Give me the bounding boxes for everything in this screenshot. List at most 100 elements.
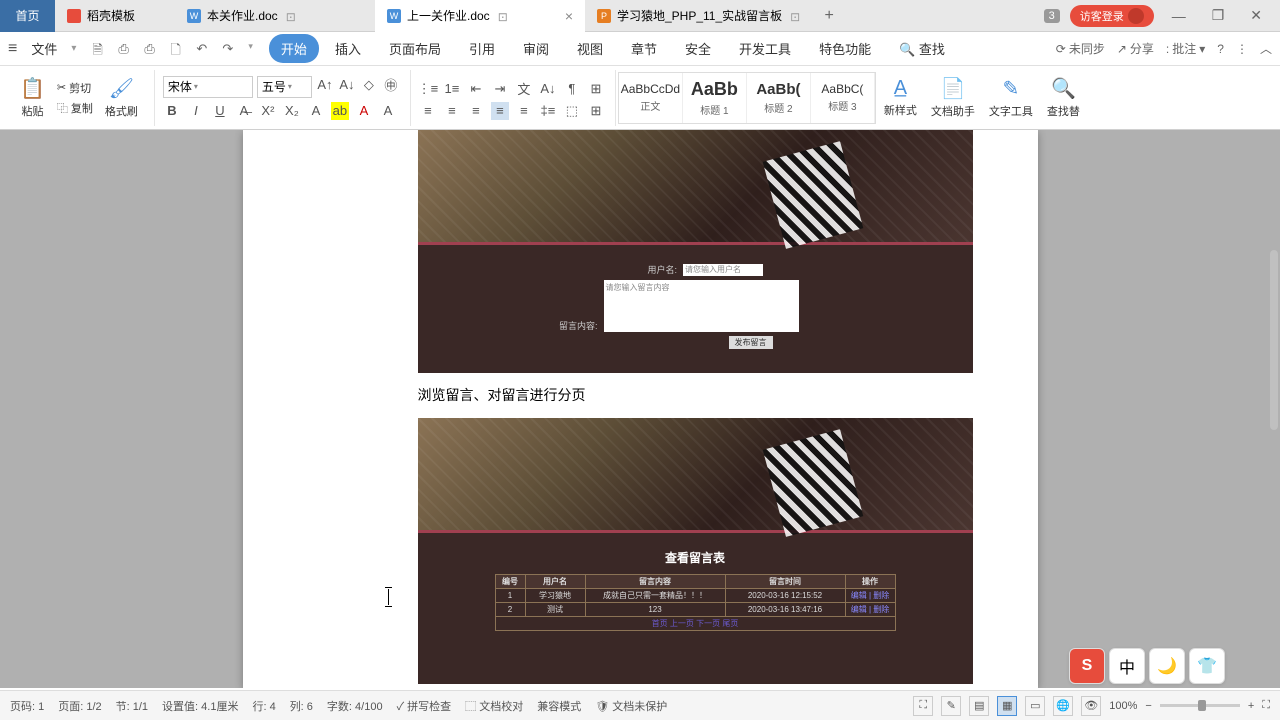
status-pages[interactable]: 页面: 1/2 (58, 698, 101, 714)
inc-indent-button[interactable]: ⇥ (491, 80, 509, 98)
text-tools-button[interactable]: ✎ 文字工具 (983, 70, 1039, 126)
text-direction-button[interactable]: 文 (515, 80, 533, 98)
view-page-button[interactable]: ▤ (969, 696, 989, 716)
status-page-num[interactable]: 页码: 1 (10, 698, 44, 714)
align-distribute-button[interactable]: ≡ (515, 102, 533, 120)
align-left-button[interactable]: ≡ (419, 102, 437, 120)
zoom-slider[interactable] (1160, 704, 1240, 707)
tab-ppt[interactable]: P 学习猿地_PHP_11_实战留言板 ⊡ (585, 0, 814, 32)
qat-dropdown-icon[interactable]: ▾ (248, 41, 253, 57)
pin-icon[interactable]: ⊡ (790, 10, 802, 22)
dropdown-icon[interactable]: ▾ (71, 43, 76, 54)
vertical-scrollbar[interactable] (1268, 160, 1278, 658)
view-eye-button[interactable]: 👁 (1081, 696, 1101, 716)
menu-tab-start[interactable]: 开始 (269, 34, 319, 63)
cut-button[interactable]: ✂ 剪切 (57, 80, 93, 96)
status-col[interactable]: 列: 6 (290, 698, 313, 714)
menu-tab-devtools[interactable]: 开发工具 (727, 34, 803, 63)
style-heading3[interactable]: AaBbC( 标题 3 (811, 73, 875, 123)
align-center-button[interactable]: ≡ (443, 102, 461, 120)
highlight-button[interactable]: ab (331, 102, 349, 120)
subscript-button[interactable]: X₂ (283, 102, 301, 120)
paste-button[interactable]: 📋 粘贴 (14, 70, 51, 126)
close-icon[interactable]: × (565, 8, 573, 24)
hamburger-icon[interactable]: ≡ (8, 40, 17, 58)
view-fullscreen-button[interactable]: ⛶ (913, 696, 933, 716)
float-cn-button[interactable]: 中 (1109, 648, 1145, 684)
char-shading-button[interactable]: A (379, 102, 397, 120)
pin-icon[interactable]: ⊡ (286, 10, 298, 22)
minimize-button[interactable]: — (1164, 8, 1194, 24)
font-name-select[interactable]: 宋体▾ (163, 76, 253, 98)
tabs-button[interactable]: ⊞ (587, 80, 605, 98)
menu-tab-insert[interactable]: 插入 (323, 34, 373, 63)
file-menu[interactable]: 文件 (25, 39, 63, 58)
find-replace-button[interactable]: 🔍 查找替 (1041, 70, 1086, 126)
zoom-in-button[interactable]: + (1248, 700, 1254, 712)
print-preview-icon[interactable]: ⎙ (144, 41, 160, 57)
float-shirt-button[interactable]: 👕 (1189, 648, 1225, 684)
tab-daohe[interactable]: 稻壳模板 (55, 0, 175, 32)
italic-button[interactable]: I (187, 102, 205, 120)
status-words[interactable]: 字数: 4/100 (327, 698, 383, 714)
underline-button[interactable]: U (211, 102, 229, 120)
view-read-button[interactable]: ✎ (941, 696, 961, 716)
menu-tab-layout[interactable]: 页面布局 (377, 34, 453, 63)
menu-tab-view[interactable]: 视图 (565, 34, 615, 63)
scroll-thumb[interactable] (1270, 250, 1278, 430)
status-position[interactable]: 设置值: 4.1厘米 (162, 698, 238, 714)
numbering-button[interactable]: 1≡ (443, 80, 461, 98)
float-s-button[interactable]: S (1069, 648, 1105, 684)
new-style-button[interactable]: A̲ 新样式 (878, 70, 923, 126)
style-heading1[interactable]: AaBb 标题 1 (683, 73, 747, 123)
pin-icon[interactable]: ⊡ (498, 10, 510, 22)
status-proof[interactable]: ⬚ 文档校对 (465, 698, 523, 714)
sync-status[interactable]: ⟳ 未同步 (1056, 40, 1105, 57)
align-right-button[interactable]: ≡ (467, 102, 485, 120)
bullets-button[interactable]: ⋮≡ (419, 80, 437, 98)
font-size-select[interactable]: 五号▾ (257, 76, 312, 98)
tab-home[interactable]: 首页 (0, 0, 55, 32)
menu-tab-review[interactable]: 审阅 (511, 34, 561, 63)
show-marks-button[interactable]: ¶ (563, 80, 581, 98)
maximize-button[interactable]: ❐ (1204, 7, 1233, 24)
menu-tab-reference[interactable]: 引用 (457, 34, 507, 63)
borders-button[interactable]: ⊞ (587, 102, 605, 120)
zoom-out-button[interactable]: − (1145, 700, 1151, 712)
sort-button[interactable]: A↓ (539, 80, 557, 98)
notification-badge[interactable]: 3 (1044, 9, 1060, 23)
login-button[interactable]: 访客登录 (1070, 5, 1154, 27)
preview-icon[interactable]: 🗋 (170, 41, 186, 57)
tab-prev-homework[interactable]: W 上一关作业.doc ⊡ × (375, 0, 585, 32)
bold-button[interactable]: B (163, 102, 181, 120)
menu-tab-search[interactable]: 🔍 查找 (887, 34, 957, 63)
view-outline-button[interactable]: ▦ (997, 696, 1017, 716)
style-normal[interactable]: AaBbCcDd 正文 (619, 73, 683, 123)
shading-button[interactable]: ⬚ (563, 102, 581, 120)
tab-homework[interactable]: W 本关作业.doc ⊡ (175, 0, 375, 32)
clear-format-icon[interactable]: ◇ (360, 76, 378, 94)
status-spellcheck[interactable]: ✓ 拼写检查 (397, 698, 452, 714)
undo-icon[interactable]: ↶ (196, 41, 212, 57)
document-area[interactable]: 用户名: 请您输入用户名 留言内容: 请您输入留言内容 发布留言 浏览留言、对留… (0, 130, 1280, 688)
align-justify-button[interactable]: ≡ (491, 102, 509, 120)
view-web-button[interactable]: ▭ (1025, 696, 1045, 716)
phonetic-icon[interactable]: ㊥ (382, 76, 400, 94)
doc-helper-button[interactable]: 📄 文档助手 (925, 70, 981, 126)
zoom-value[interactable]: 100% (1109, 700, 1137, 712)
copy-button[interactable]: ⿻ 复制 (57, 100, 93, 116)
fit-button[interactable]: ⛶ (1262, 699, 1270, 712)
style-heading2[interactable]: AaBb( 标题 2 (747, 73, 811, 123)
save-icon[interactable]: 🗎 (92, 41, 108, 57)
collapse-ribbon-icon[interactable]: ︿ (1260, 40, 1272, 57)
help-icon[interactable]: ? (1217, 42, 1224, 56)
more-icon[interactable]: ⋮ (1236, 42, 1248, 56)
line-spacing-button[interactable]: ‡≡ (539, 102, 557, 120)
status-compat[interactable]: 兼容模式 (537, 698, 581, 714)
annotate-button[interactable]: : 批注 ▾ (1166, 40, 1205, 57)
font-shrink-icon[interactable]: A↓ (338, 76, 356, 94)
format-painter-button[interactable]: 🖌 格式刷 (99, 70, 144, 126)
new-tab-button[interactable]: + (814, 7, 844, 25)
menu-tab-chapter[interactable]: 章节 (619, 34, 669, 63)
zoom-handle[interactable] (1198, 700, 1206, 711)
